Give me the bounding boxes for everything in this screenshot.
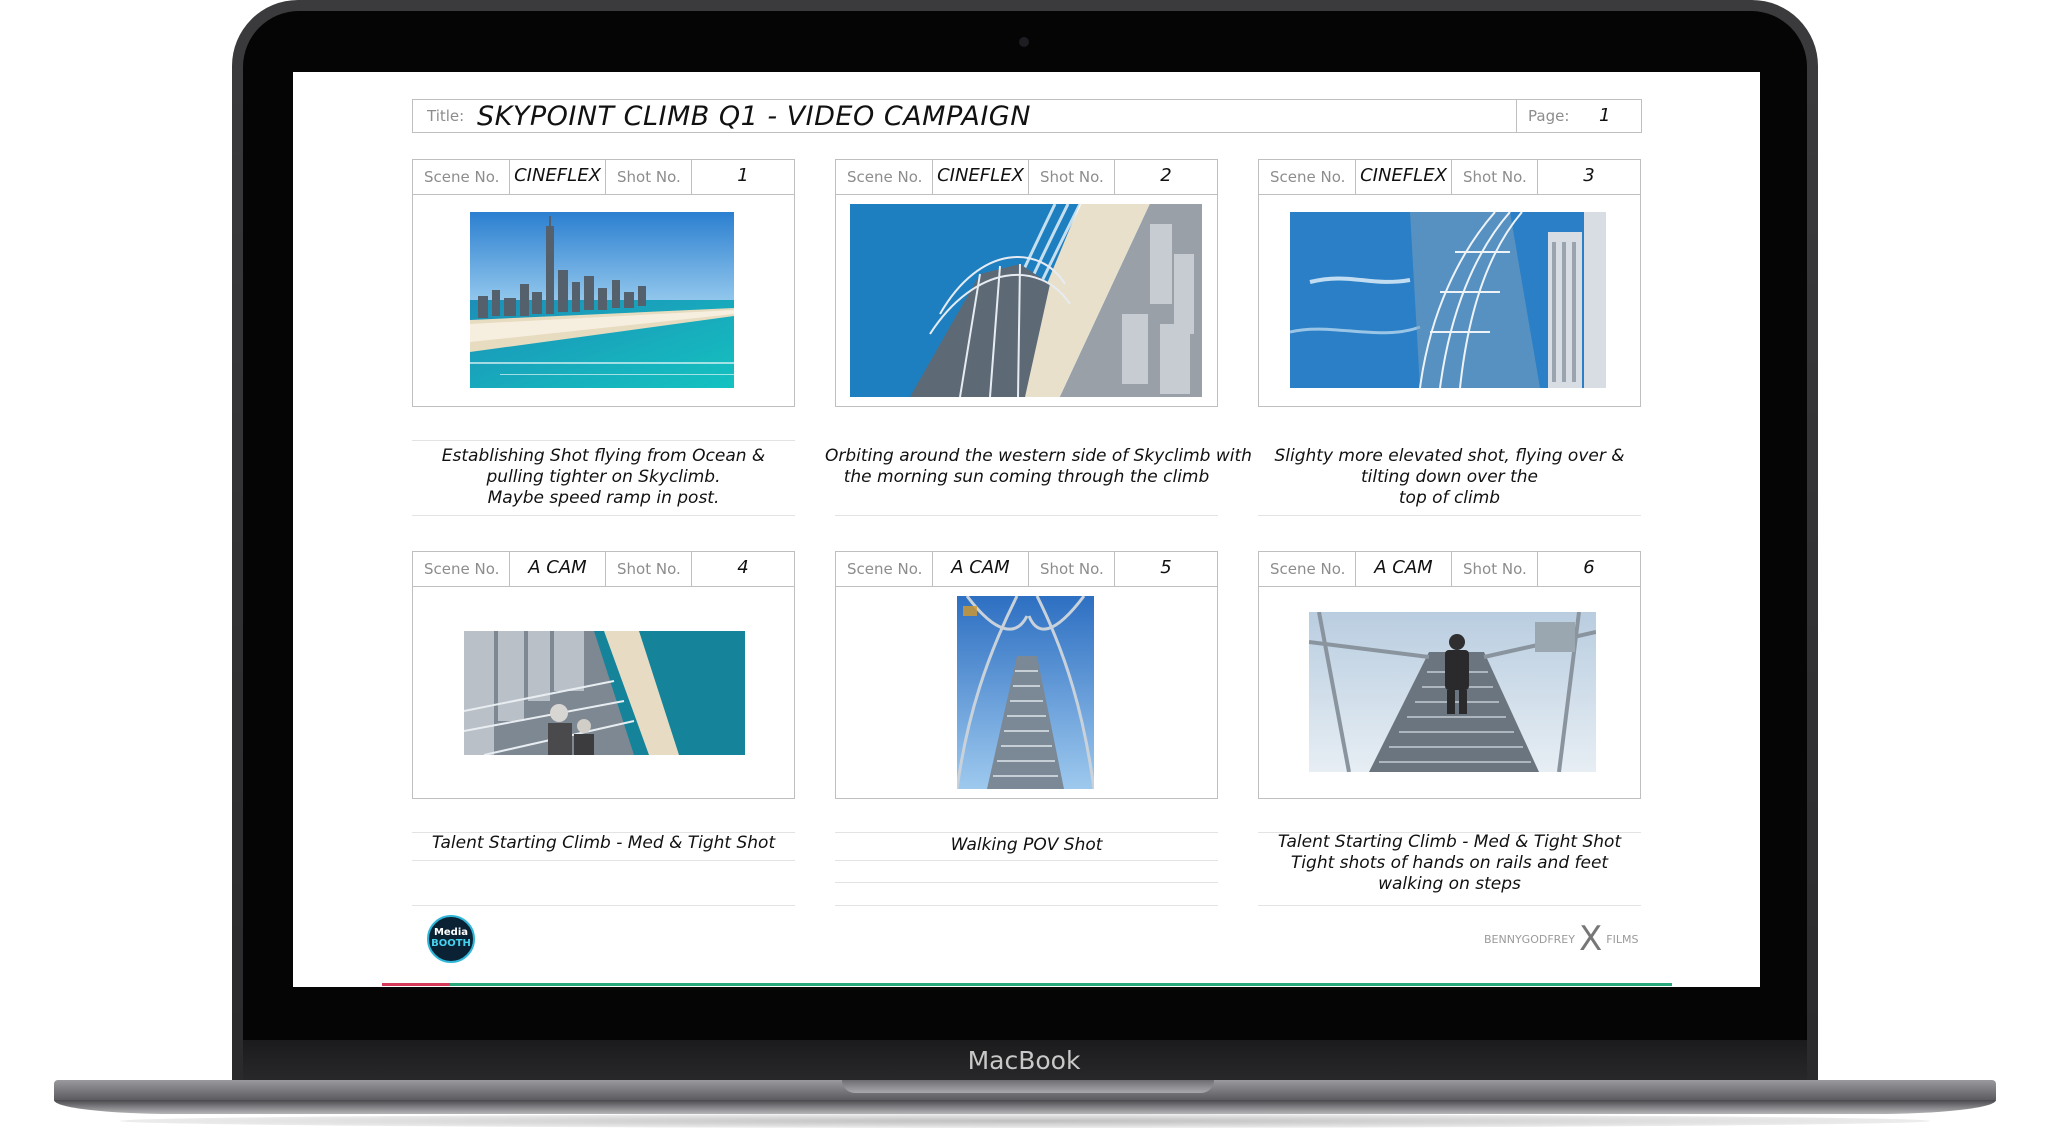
shot-caption-1: Establishing Shot flying from Ocean & pu…	[441, 446, 766, 508]
camera-icon	[1019, 37, 1029, 47]
shot-image-top-of-climb	[1290, 212, 1606, 388]
title-bar: Title: SKYPOINT CLIMB Q1 - VIDEO CAMPAIG…	[412, 99, 1642, 133]
shot-label: Shot No.	[1040, 560, 1104, 578]
shot-panel-5: Scene No. A CAM Shot No. 5	[835, 551, 1218, 799]
panel-header: Scene No. A CAM Shot No. 5	[836, 552, 1217, 587]
shot-caption-2: Orbiting around the western side of Skyc…	[825, 446, 1252, 487]
shot-caption-3: Slighty more elevated shot, flying over …	[1274, 446, 1625, 508]
storyboard-title: SKYPOINT CLIMB Q1 - VIDEO CAMPAIGN	[477, 101, 1031, 132]
shot-value: 6	[1583, 557, 1595, 578]
shot-label: Shot No.	[617, 560, 681, 578]
scene-label: Scene No.	[424, 560, 500, 578]
title-label: Title:	[427, 107, 465, 125]
shot-label: Shot No.	[617, 168, 681, 186]
scene-label: Scene No.	[847, 560, 923, 578]
shot-image-ocean-skyline	[470, 212, 734, 388]
media-booth-logo: Media BOOTH	[427, 915, 475, 963]
scene-label: Scene No.	[424, 168, 500, 186]
bennygodfrey-films-logo: BENNYGODFREY X FILMS	[1484, 919, 1639, 959]
shot-panel-3: Scene No. CINEFLEX Shot No. 3	[1258, 159, 1641, 407]
scene-value: A CAM	[951, 557, 1010, 578]
shot-image-talent-climb	[464, 631, 745, 755]
panel-header: Scene No. A CAM Shot No. 4	[413, 552, 794, 587]
scene-label: Scene No.	[1270, 168, 1346, 186]
scene-value: A CAM	[1374, 557, 1433, 578]
panel-header: Scene No. CINEFLEX Shot No. 2	[836, 160, 1217, 195]
panel-header: Scene No. CINEFLEX Shot No. 1	[413, 160, 794, 195]
panel-header: Scene No. CINEFLEX Shot No. 3	[1259, 160, 1640, 195]
page-label: Page:	[1528, 107, 1570, 125]
panel-header: Scene No. A CAM Shot No. 6	[1259, 552, 1640, 587]
shot-caption-6: Talent Starting Climb - Med & Tight Shot…	[1277, 832, 1622, 894]
slide-progress-start	[382, 983, 450, 986]
shot-panel-4: Scene No. A CAM Shot No. 4	[412, 551, 795, 799]
scene-label: Scene No.	[1270, 560, 1346, 578]
shot-value: 1	[737, 165, 749, 186]
shot-image-stairs-climb	[1309, 612, 1596, 772]
scene-value: A CAM	[528, 557, 587, 578]
shot-caption-4: Talent Starting Climb - Med & Tight Shot	[431, 833, 776, 853]
scene-label: Scene No.	[847, 168, 923, 186]
page-cell: Page: 1	[1516, 100, 1643, 132]
shot-value: 4	[737, 557, 749, 578]
shot-panel-2: Scene No. CINEFLEX Shot No. 2	[835, 159, 1218, 407]
shot-value: 2	[1160, 165, 1172, 186]
shot-panel-1: Scene No. CINEFLEX Shot No. 1	[412, 159, 795, 407]
shot-image-aerial-tower	[850, 204, 1202, 397]
laptop-brand: MacBook	[967, 1046, 1081, 1075]
shot-value: 5	[1160, 557, 1172, 578]
page-number: 1	[1599, 105, 1611, 126]
scene-value: CINEFLEX	[514, 165, 601, 186]
shot-label: Shot No.	[1040, 168, 1104, 186]
slide-progress-bar	[382, 983, 1672, 986]
shot-value: 3	[1583, 165, 1595, 186]
shot-caption-5: Walking POV Shot	[950, 835, 1103, 855]
scene-value: CINEFLEX	[1360, 165, 1447, 186]
shot-image-walking-pov	[957, 596, 1094, 789]
laptop-notch	[842, 1080, 1214, 1093]
shot-label: Shot No.	[1463, 560, 1527, 578]
shot-label: Shot No.	[1463, 168, 1527, 186]
scene-value: CINEFLEX	[937, 165, 1024, 186]
shot-panel-6: Scene No. A CAM Shot No. 6	[1258, 551, 1641, 799]
